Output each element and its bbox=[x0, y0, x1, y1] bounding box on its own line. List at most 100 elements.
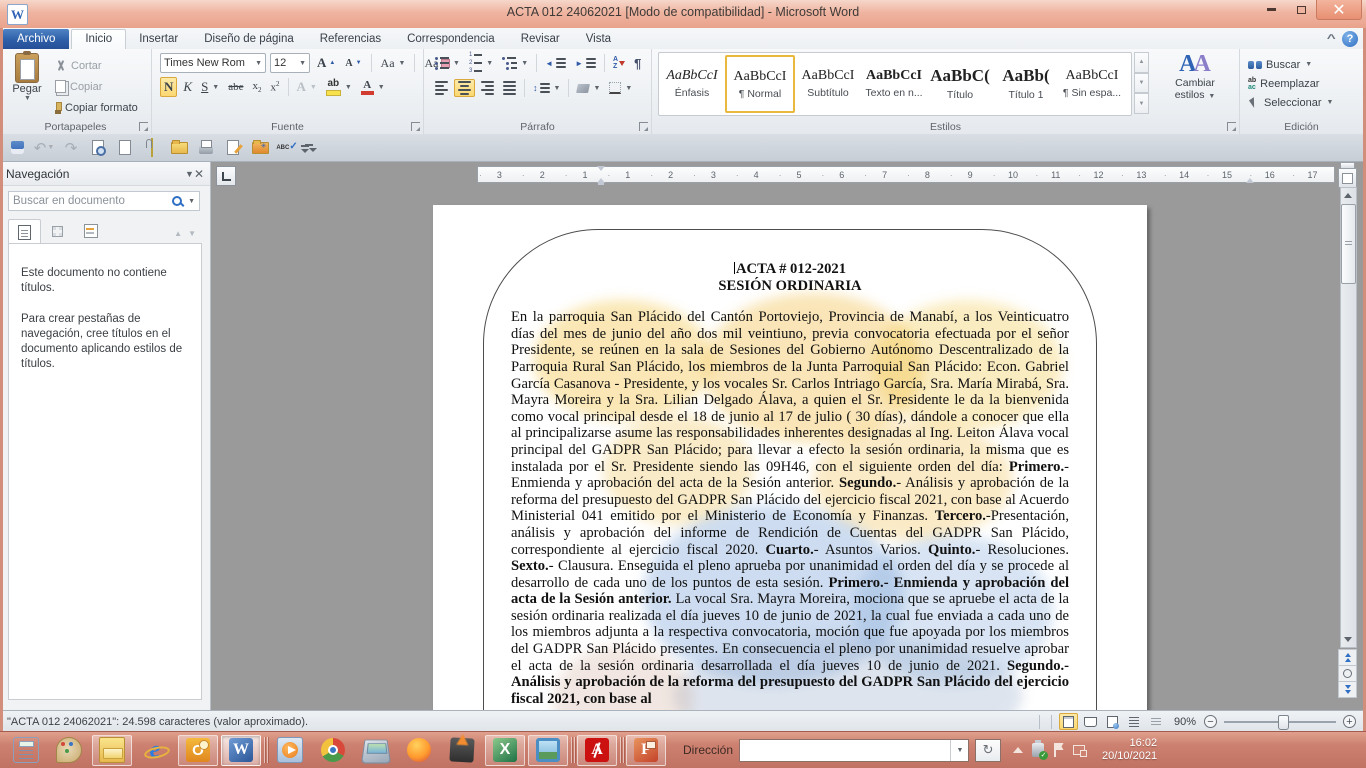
show-hidden-icons-button[interactable] bbox=[1013, 747, 1023, 753]
bullets-button[interactable]: ▼ bbox=[432, 56, 463, 71]
font-dialog-launcher-icon[interactable] bbox=[411, 122, 420, 131]
zoom-slider-thumb[interactable] bbox=[1278, 715, 1289, 730]
font-size-combobox[interactable]: 12▼ bbox=[270, 53, 310, 73]
zoom-in-button[interactable]: + bbox=[1343, 715, 1356, 728]
restore-button[interactable] bbox=[1286, 0, 1316, 19]
print-layout-view-button[interactable] bbox=[1059, 713, 1078, 730]
clipboard-dialog-launcher-icon[interactable] bbox=[139, 122, 148, 131]
taskbar-app-photo-viewer[interactable] bbox=[528, 735, 568, 766]
select-browse-object-button[interactable] bbox=[1338, 665, 1357, 682]
tab-referencias[interactable]: Referencias bbox=[307, 29, 394, 49]
grow-font-button[interactable]: A▲ bbox=[314, 54, 338, 72]
decrease-indent-button[interactable]: ◄ bbox=[542, 57, 569, 69]
format-painter-button[interactable]: Copiar formato bbox=[52, 97, 141, 118]
paragraph-dialog-launcher-icon[interactable] bbox=[639, 122, 648, 131]
copy-button[interactable]: Copiar bbox=[52, 76, 141, 97]
bold-button[interactable]: N bbox=[160, 77, 177, 97]
search-options-chevron-icon[interactable]: ▼ bbox=[188, 198, 195, 205]
styles-scroll-down-button[interactable]: ▼ bbox=[1134, 73, 1149, 94]
scrollbar-thumb[interactable] bbox=[1341, 204, 1356, 284]
styles-more-button[interactable]: ▼ bbox=[1134, 93, 1149, 114]
action-center-tray-icon[interactable] bbox=[1053, 743, 1064, 757]
tab-revisar[interactable]: Revisar bbox=[508, 29, 573, 49]
previous-heading-icon[interactable]: ▲ bbox=[174, 229, 182, 238]
taskbar-app-word[interactable] bbox=[221, 735, 261, 766]
next-heading-icon[interactable]: ▼ bbox=[188, 229, 196, 238]
address-dropdown-icon[interactable]: ▼ bbox=[950, 740, 968, 761]
style-enfasis[interactable]: AaBbCcIÉnfasis bbox=[659, 55, 725, 111]
styles-dialog-launcher-icon[interactable] bbox=[1227, 122, 1236, 131]
styles-scroll-up-button[interactable]: ▲ bbox=[1134, 52, 1149, 73]
sort-button[interactable]: AZ bbox=[610, 55, 628, 71]
taskbar-app-chrome[interactable] bbox=[313, 735, 353, 766]
vertical-scrollbar[interactable] bbox=[1338, 162, 1357, 710]
underline-button[interactable]: S▼ bbox=[198, 78, 222, 96]
italic-button[interactable]: K bbox=[180, 78, 195, 96]
tab-insertar[interactable]: Insertar bbox=[126, 29, 191, 49]
full-screen-reading-view-button[interactable] bbox=[1081, 713, 1100, 730]
save-icon[interactable] bbox=[8, 139, 26, 157]
taskbar-app-calculator[interactable] bbox=[6, 735, 46, 766]
document-text[interactable]: ACTA # 012-2021SESIÓN ORDINARIAEn la par… bbox=[511, 261, 1069, 707]
zoom-slider[interactable] bbox=[1224, 714, 1336, 729]
minimize-button[interactable] bbox=[1256, 0, 1286, 19]
tab-correspondencia[interactable]: Correspondencia bbox=[394, 29, 508, 49]
collapse-ribbon-icon[interactable]: ^ bbox=[1326, 33, 1335, 45]
outline-view-button[interactable] bbox=[1125, 713, 1144, 730]
help-icon[interactable]: ? bbox=[1342, 31, 1358, 47]
taskbar-app-excel[interactable] bbox=[485, 735, 525, 766]
nav-tab-pages[interactable] bbox=[41, 218, 74, 244]
open-folder-icon[interactable] bbox=[170, 139, 188, 157]
draft-view-button[interactable] bbox=[1147, 713, 1166, 730]
address-input[interactable]: ▼ bbox=[739, 739, 969, 762]
paste-button[interactable]: Pegar ▼ bbox=[6, 53, 48, 117]
next-page-button[interactable] bbox=[1338, 681, 1357, 698]
previous-page-button[interactable] bbox=[1338, 649, 1357, 666]
tab-vista[interactable]: Vista bbox=[573, 29, 624, 49]
cut-button[interactable]: Cortar bbox=[52, 55, 141, 76]
taskbar-app-firefox[interactable] bbox=[399, 735, 439, 766]
folder-special-icon[interactable] bbox=[251, 139, 269, 157]
tab-inicio[interactable]: Inicio bbox=[71, 29, 126, 49]
justify-button[interactable] bbox=[500, 80, 519, 96]
superscript-button[interactable]: x2 bbox=[268, 79, 283, 95]
taskbar-app-burner[interactable] bbox=[442, 735, 482, 766]
character-count-status[interactable]: "ACTA 012 24062021": 24.598 caracteres (… bbox=[0, 716, 1035, 728]
scroll-up-icon[interactable] bbox=[1341, 189, 1354, 202]
zoom-out-button[interactable]: − bbox=[1204, 715, 1217, 728]
font-color-button[interactable]: A▼ bbox=[358, 79, 388, 96]
align-left-button[interactable] bbox=[432, 80, 451, 96]
style-titulo[interactable]: AaBbC(Título bbox=[927, 55, 993, 111]
print-preview-icon[interactable] bbox=[89, 139, 107, 157]
style--sin-espa-[interactable]: AaBbCcI¶ Sin espa... bbox=[1059, 55, 1125, 111]
more-icon[interactable] bbox=[305, 144, 313, 152]
address-go-button[interactable]: ↻ bbox=[975, 739, 1001, 762]
style-texto-en-n-[interactable]: AaBbCcITexto en n... bbox=[861, 55, 927, 111]
change-case-button[interactable]: Aa▼ bbox=[378, 55, 409, 72]
change-styles-button[interactable]: AA Cambiar estilos ▼ bbox=[1154, 51, 1236, 117]
horizontal-ruler[interactable]: 3211234567891011121314151617 bbox=[477, 166, 1335, 183]
shrink-font-button[interactable]: A▼ bbox=[342, 57, 364, 70]
tab-stop-selector[interactable] bbox=[216, 166, 236, 186]
taskbar-app-scanner[interactable] bbox=[356, 735, 396, 766]
document-search-input[interactable]: Buscar en documento ▼ bbox=[8, 191, 200, 211]
taskbar-app-cad[interactable] bbox=[577, 735, 617, 766]
highlight-color-button[interactable]: ab▼ bbox=[323, 78, 355, 97]
attachment-icon[interactable] bbox=[143, 139, 161, 157]
shading-button[interactable]: ▼ bbox=[574, 83, 603, 94]
style-subtitulo[interactable]: AaBbCcISubtítulo bbox=[795, 55, 861, 111]
multilevel-list-button[interactable]: ▼ bbox=[499, 56, 531, 71]
increase-indent-button[interactable]: ► bbox=[572, 57, 599, 69]
nav-tab-results[interactable] bbox=[74, 218, 107, 244]
line-spacing-button[interactable]: ↕▼ bbox=[530, 82, 563, 94]
document-page[interactable]: ACTA # 012-2021SESIÓN ORDINARIAEn la par… bbox=[433, 205, 1147, 710]
show-paragraph-marks-button[interactable]: ¶ bbox=[631, 55, 644, 72]
strikethrough-button[interactable]: abe bbox=[225, 80, 246, 94]
navigation-close-icon[interactable]: ✕ bbox=[194, 167, 204, 181]
align-center-button[interactable] bbox=[454, 79, 475, 97]
find-button[interactable]: Buscar▼ bbox=[1240, 55, 1363, 74]
new-document-icon[interactable] bbox=[116, 139, 134, 157]
tab-diseno-de-pagina[interactable]: Diseño de página bbox=[191, 29, 307, 49]
print-icon[interactable] bbox=[197, 139, 215, 157]
numbering-button[interactable]: 123▼ bbox=[466, 51, 496, 75]
